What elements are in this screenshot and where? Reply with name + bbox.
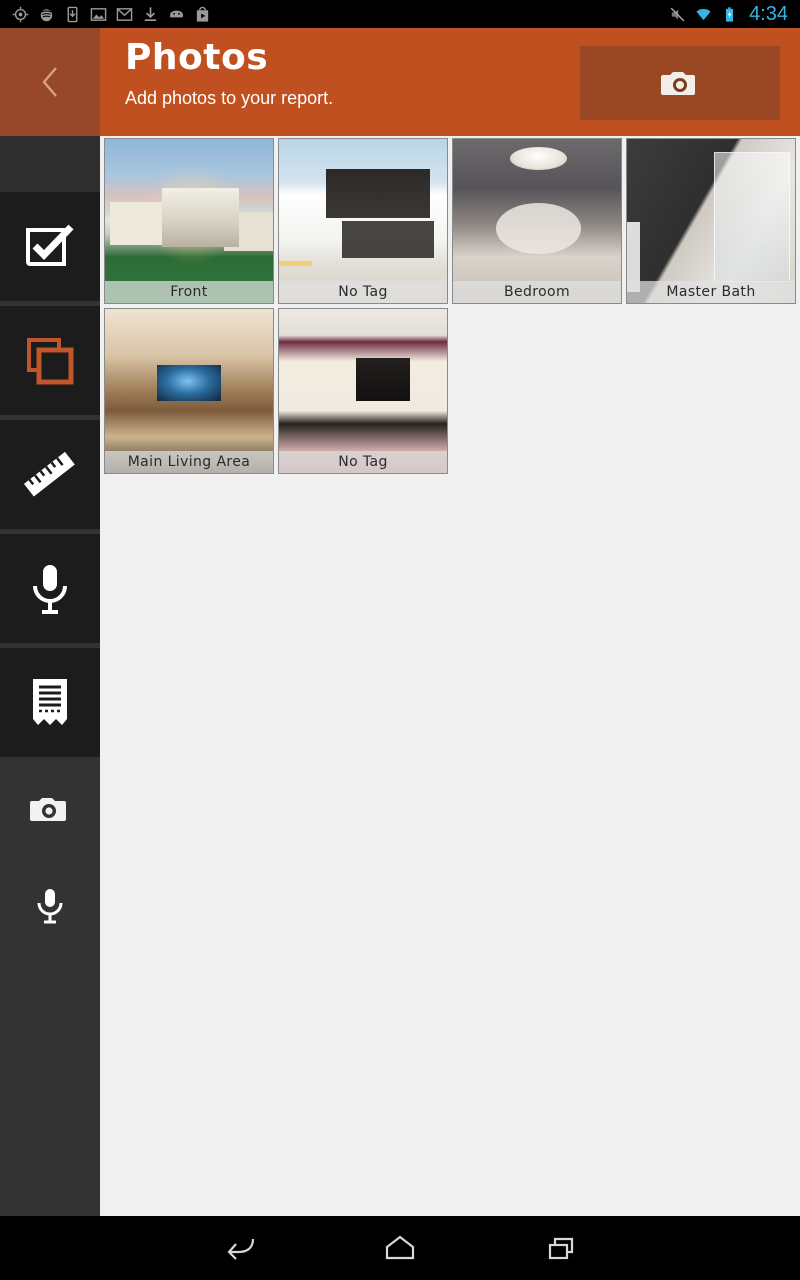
nav-home-button[interactable] [377,1225,423,1271]
home-icon [385,1235,415,1260]
back-icon [227,1238,255,1260]
photo-thumbnail [627,139,795,303]
app-header: Photos Add photos to your report. [0,28,800,136]
photo-thumbnail [453,139,621,303]
device-download-icon [67,6,78,22]
photo-card[interactable]: Bedroom [452,138,622,304]
sidebar-item-voice-note[interactable] [0,534,100,648]
photos-content-area: Front No Tag Bedroom Master Bath Main Li… [100,136,800,1216]
photo-tag-label: No Tag [279,451,447,473]
photo-card[interactable]: Main Living Area [104,308,274,474]
sidebar-spacer [0,147,100,192]
camera-icon [30,798,66,821]
photo-grid: Front No Tag Bedroom Master Bath Main Li… [100,136,800,478]
camera-icon [661,72,695,95]
gps-icon [12,6,29,22]
microphone-small-icon [37,889,63,924]
photos-stack-icon [27,337,74,384]
nav-back-button[interactable] [216,1225,262,1271]
sidebar-item-measure[interactable] [0,420,100,534]
report-receipt-icon [33,678,67,725]
android-head-icon [170,10,183,17]
header-content: Photos Add photos to your report. [100,28,800,136]
status-bar-notification-icons [0,6,211,23]
download-icon [144,6,157,21]
sidebar-item-report[interactable] [0,648,100,762]
photo-card[interactable]: Master Bath [626,138,796,304]
photo-tag-label: Bedroom [453,281,621,303]
sidebar-top-spacer [0,136,100,147]
sidebar-item-photos[interactable] [0,306,100,420]
battery-charging-icon [726,6,734,22]
sidebar-item-add-voice-note[interactable] [0,858,100,954]
photo-tag-label: No Tag [279,281,447,303]
recents-icon [548,1237,574,1260]
gallery-icon [90,7,107,21]
nav-recents-button[interactable] [538,1225,584,1271]
photo-tag-label: Master Bath [627,281,795,303]
play-store-icon [196,6,209,22]
back-button[interactable] [0,28,100,136]
page-title: Photos [125,37,269,78]
mute-icon [670,7,685,21]
photo-tag-label: Front [105,281,273,303]
photo-card[interactable]: Front [104,138,274,304]
status-bar: 4:34 [0,0,800,28]
page-subtitle: Add photos to your report. [125,88,334,108]
photo-tag-label: Main Living Area [105,451,273,473]
photo-thumbnail [279,309,447,473]
microphone-icon [33,564,67,614]
sidebar-item-checklist[interactable] [0,192,100,306]
tool-sidebar [0,136,100,1216]
android-navigation-bar [0,1216,800,1280]
spotify-icon [40,8,53,21]
chevron-left-icon [42,67,57,97]
gmail-icon [116,7,133,21]
sidebar-item-add-photo[interactable] [0,762,100,858]
wifi-icon [696,8,711,20]
ruler-icon [23,451,75,497]
photo-thumbnail [105,309,273,473]
status-bar-system-icons: 4:34 [669,3,800,26]
checkbox-checked-icon [26,224,74,266]
status-bar-clock: 4:34 [749,2,788,25]
take-photo-button[interactable] [580,46,780,120]
photo-thumbnail [279,139,447,303]
photo-card[interactable]: No Tag [278,308,448,474]
photo-thumbnail [105,139,273,303]
photo-card[interactable]: No Tag [278,138,448,304]
